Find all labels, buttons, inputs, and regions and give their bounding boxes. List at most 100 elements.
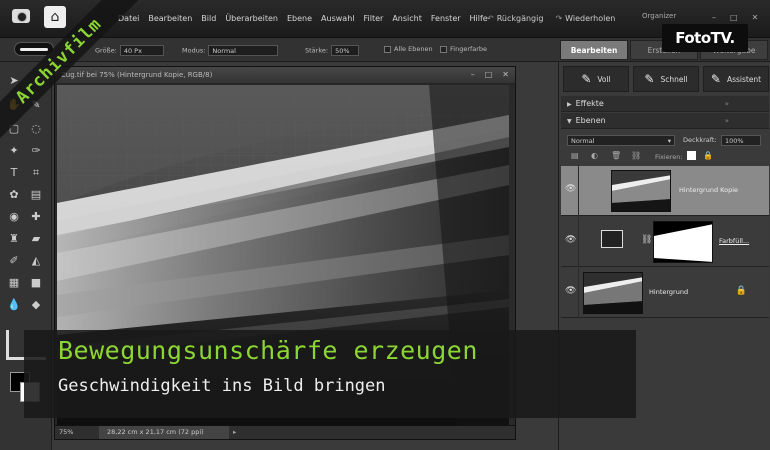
main-menu: Datei Bearbeiten Bild Überarbeiten Ebene… [118,14,488,23]
redo-label: Wiederholen [565,14,616,23]
red-eye-tool-icon[interactable]: ◉ [6,210,22,224]
all-layers-option[interactable]: Alle Ebenen [384,45,433,53]
tab-quick-edit[interactable]: ✎ Schnell [633,66,699,92]
crop-tool-icon[interactable]: ⌗ [28,166,44,180]
lock-all-icon[interactable]: 🔒 [703,151,713,160]
healing-brush-tool-icon[interactable]: ✚ [28,210,44,224]
layer-buttons: ▤ ◐ 🗑 ⛓ Fixieren: 🔒 [563,150,767,164]
menu-edit[interactable]: Bearbeiten [148,14,192,23]
close-icon[interactable]: ✕ [752,13,759,22]
layer-row[interactable]: 👁 Hintergrund 🔒 [561,268,769,318]
eyedropper-tool-icon[interactable]: ✎ [28,98,44,112]
adjustment-layer-icon[interactable]: ◐ [591,151,598,160]
undo-button[interactable]: ↶ Rückgängig [487,14,543,23]
zoom-level[interactable]: 75% [59,426,73,439]
caption-title: Bewegungsunschärfe erzeugen [58,336,478,365]
visibility-toggle[interactable]: 👁 [561,217,579,267]
redo-button[interactable]: ↷ Wiederholen [555,14,615,23]
layer-row[interactable]: 👁 Hintergrund Kopie [561,166,769,216]
hand-tool-icon[interactable]: ✋ [6,98,22,112]
document-title-bar[interactable]: Zug.tif bei 75% (Hintergrund Kopie, RGB/… [55,67,515,83]
layer-mask-thumbnail [653,221,713,263]
layer-link-icon[interactable]: ⛓ [641,235,652,245]
layers-panel-header[interactable]: ▼ Ebenen » [561,113,769,129]
doc-close-icon[interactable]: ✕ [502,67,509,83]
doc-maximize-icon[interactable]: □ [485,67,493,83]
menu-view[interactable]: Ansicht [392,14,422,23]
window-controls: – □ ✕ [712,13,758,22]
straighten-tool-icon[interactable]: ▤ [28,188,44,202]
effects-label: Effekte [575,99,604,108]
document-window-controls: – □ ✕ [471,67,509,83]
magic-wand-tool-icon[interactable]: ✦ [6,144,22,158]
tab-full-edit[interactable]: ✎ Voll [563,66,629,92]
new-layer-icon[interactable]: ▤ [571,151,579,160]
menu-layer[interactable]: Ebene [287,14,312,23]
undo-icon: ↶ [487,14,494,23]
layer-name: Hintergrund Kopie [679,186,738,194]
tab-guided-edit[interactable]: ✎ Assistent [703,66,769,92]
quick-edit-icon: ✎ [644,72,655,86]
brush-tool-icon[interactable]: ✐ [6,254,22,268]
visibility-toggle[interactable]: 👁 [561,268,579,318]
opacity-field[interactable]: 100% [721,135,761,146]
guided-edit-icon: ✎ [710,72,721,86]
redo-icon: ↷ [555,14,563,23]
shape-tool-icon[interactable]: ■ [28,276,44,290]
panel-expand-icon[interactable]: » [725,113,729,129]
visibility-toggle[interactable]: 👁 [561,166,579,216]
cookie-cutter-tool-icon[interactable]: ✿ [6,188,22,202]
sponge-tool-icon[interactable]: ◆ [28,298,44,312]
paint-bucket-tool-icon[interactable]: ◭ [28,254,44,268]
menu-file[interactable]: Datei [118,14,139,23]
effects-panel-header[interactable]: ▶ Effekte » [561,96,769,112]
layer-thumbnail [611,170,671,212]
train-thumbnail [584,273,642,313]
doc-minimize-icon[interactable]: – [471,67,475,83]
lasso-tool-icon[interactable]: ◌ [28,122,44,136]
fill-layer-icon [601,230,623,248]
minimize-icon[interactable]: – [712,13,716,22]
expanded-triangle-icon: ▼ [567,118,572,125]
camera-icon[interactable] [12,9,30,23]
edit-mode-tabs: ✎ Voll ✎ Schnell ✎ Assistent [563,66,769,92]
lock-transparency-icon[interactable] [687,151,696,160]
status-menu-arrow-icon[interactable]: ▸ [233,426,236,439]
link-layers-icon[interactable]: ⛓ [631,151,641,160]
finger-paint-checkbox[interactable] [440,45,447,53]
eraser-tool-icon[interactable]: ▰ [28,232,44,246]
organizer-button[interactable]: Organizer [642,12,676,20]
selection-brush-tool-icon[interactable]: ✑ [28,144,44,158]
mode-option: Modus: Normal [182,45,279,56]
brush-preset-picker[interactable] [14,42,54,56]
finger-paint-option[interactable]: Fingerfarbe [440,45,487,53]
text-tool-icon[interactable]: T [6,166,22,180]
home-icon[interactable]: ⌂ [44,6,66,28]
mode-dropdown[interactable]: Normal [208,45,279,56]
all-layers-label: Alle Ebenen [394,45,433,53]
delete-layer-icon[interactable]: 🗑 [611,151,621,160]
document-title: Zug.tif bei 75% (Hintergrund Kopie, RGB/… [61,71,213,79]
layer-thumbnail [583,272,643,314]
tab-edit[interactable]: Bearbeiten [560,40,628,60]
menu-window[interactable]: Fenster [431,14,461,23]
blend-mode-dropdown[interactable]: Normal [567,135,675,146]
size-field[interactable]: 40 Px [119,45,164,56]
menu-help[interactable]: Hilfe [470,14,488,23]
menu-filter[interactable]: Filter [364,14,384,23]
clone-stamp-tool-icon[interactable]: ♜ [6,232,22,246]
blur-tool-icon[interactable]: 💧 [6,298,22,312]
all-layers-checkbox[interactable] [384,45,391,53]
maximize-icon[interactable]: □ [730,13,738,22]
marquee-tool-icon[interactable]: ▢ [6,122,22,136]
panel-expand-icon[interactable]: » [725,96,729,112]
menu-image[interactable]: Bild [201,14,216,23]
gradient-tool-icon[interactable]: ▦ [6,276,22,290]
move-tool-icon[interactable]: ➤ [6,74,22,88]
zoom-tool-icon[interactable]: ⌕ [28,74,44,88]
layer-row[interactable]: 👁 ⛓ Farbfüll... [561,217,769,267]
menu-enhance[interactable]: Überarbeiten [225,14,278,23]
menu-select[interactable]: Auswahl [321,14,354,23]
strength-field[interactable]: 50% [331,45,360,56]
strength-option: Stärke: 50% [305,45,360,56]
